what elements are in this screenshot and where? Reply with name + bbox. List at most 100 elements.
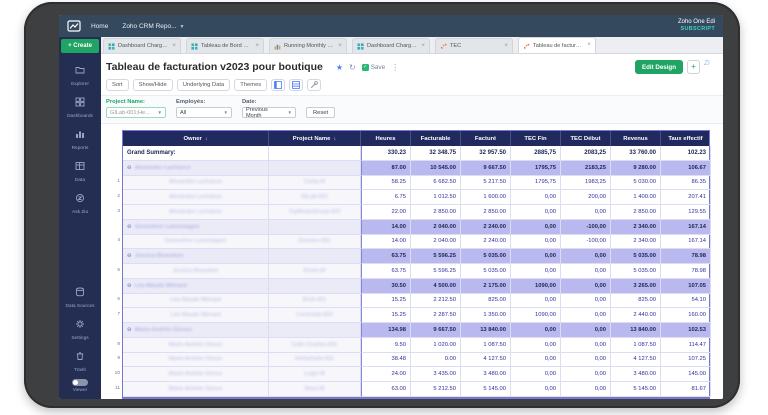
row-number-gutter-cell <box>109 322 122 337</box>
value-cell: 5 035.00 <box>611 264 661 279</box>
column-header-revenus[interactable]: Revenus <box>611 131 661 146</box>
tab-2[interactable]: Tableau de Bord Emp...× <box>186 38 264 53</box>
row-number: 9 <box>117 356 120 362</box>
tab-label: Tableau de Bord Emp... <box>201 43 252 49</box>
collapse-group-icon[interactable]: ⊖ <box>127 224 132 230</box>
project-name-cell <box>269 249 361 264</box>
tab-label: Dashboard Chargé d... <box>118 43 170 49</box>
themes-button[interactable]: Themes <box>234 79 268 91</box>
sidebar-item-trash[interactable]: Trash <box>59 348 101 373</box>
row-number: 4 <box>117 238 120 244</box>
column-header-facturé[interactable]: Facturé <box>461 131 511 146</box>
sidebar-item-label: Ask Zia <box>72 210 88 215</box>
close-icon[interactable]: × <box>255 42 259 50</box>
column-header-taux-effectif[interactable]: Taux effectif <box>661 131 711 146</box>
value-cell: 0,00 <box>511 352 561 368</box>
sidebar-item-data-sources[interactable]: Data Sources <box>59 284 101 309</box>
table-view-button[interactable] <box>289 79 304 91</box>
row-number-gutter: 1 2 3 4 5 6 7 8 9 10 11 <box>109 130 122 399</box>
collapse-group-icon[interactable]: ⊖ <box>127 327 132 333</box>
underlying-data-button[interactable]: Underlying Data <box>176 79 231 91</box>
sidebar-item-data[interactable]: Data <box>59 158 101 183</box>
collapse-group-icon[interactable]: ⊖ <box>127 253 132 259</box>
tools-button[interactable] <box>307 79 322 91</box>
value-cell: 1090,00 <box>511 278 561 294</box>
sidebar-item-reports[interactable]: Reports <box>59 126 101 151</box>
refresh-icon[interactable]: ↻ <box>349 63 356 72</box>
show-hide-button[interactable]: Show/Hide <box>132 79 173 91</box>
create-button[interactable]: + Create <box>61 39 99 53</box>
project-filter-select[interactable]: GILab-001;He... ▼ <box>106 107 166 118</box>
value-cell: 0,00 <box>511 264 561 279</box>
sort-button[interactable]: Sort <box>106 79 129 91</box>
tab-1[interactable]: Dashboard Chargé d... × <box>103 38 181 53</box>
tab-3[interactable]: Running Monthly Eff... × <box>269 38 347 53</box>
toggle-pill-icon[interactable] <box>72 379 88 386</box>
table-row: Jessica Beaudoin Resto-M 63.75 5 596.25 5 03… <box>123 264 711 279</box>
sort-descending-icon[interactable]: ↓ <box>205 136 208 142</box>
workspace-switcher[interactable]: Zoho CRM Repo... ▼ <box>122 23 184 30</box>
value-cell: 1 087.50 <box>461 337 511 353</box>
column-header-owner[interactable]: Owner ↓ <box>123 131 269 146</box>
sidebar-item-explorer[interactable]: Explorer <box>59 62 101 87</box>
more-options-icon[interactable]: ⋮ <box>391 63 399 72</box>
value-cell: 1 350.00 <box>461 308 511 323</box>
column-header-heures[interactable]: Heures <box>361 131 411 146</box>
column-header-project-name[interactable]: Project Name ↓ <box>269 131 361 146</box>
favorite-star-icon[interactable]: ★ <box>336 63 343 72</box>
date-filter-select[interactable]: Previous Month ▼ <box>242 107 296 119</box>
tab-4[interactable]: Dashboard Chargé w...× <box>352 38 430 53</box>
owner-cell: ⊖ Marie-Andrée Giroux <box>123 323 269 338</box>
owner-cell: Geneviève Lamontagne <box>123 234 269 250</box>
owner-name: Léa Maude Ménard <box>170 312 221 319</box>
sidebar-item-settings[interactable]: Settings <box>59 316 101 341</box>
add-button[interactable]: + <box>687 60 700 74</box>
close-icon[interactable]: × <box>338 42 342 50</box>
close-icon[interactable]: × <box>421 42 425 50</box>
reset-filters-button[interactable]: Reset <box>306 107 336 118</box>
close-icon[interactable]: × <box>504 42 508 50</box>
project-filter-label: Project Name: <box>106 99 145 105</box>
value-cell: 1 020.00 <box>411 337 461 353</box>
row-number: 11 <box>115 385 120 391</box>
owner-name: Marie-Andrée Giroux <box>168 356 223 363</box>
tools-icon <box>310 81 319 89</box>
column-header-facturable[interactable]: Facturable <box>411 131 461 146</box>
collapse-group-icon[interactable]: ⊖ <box>127 283 132 289</box>
close-icon[interactable]: × <box>172 42 176 50</box>
viewer-toggle[interactable]: Viewer <box>72 379 88 393</box>
zia-icon[interactable]: Zi <box>704 60 713 74</box>
subscription-link[interactable]: SUBSCRIPT <box>678 26 715 33</box>
nav-home[interactable]: Home <box>91 23 108 30</box>
owner-cell: Marie-Andrée Giroux <box>123 352 269 368</box>
value-cell: 63.00 <box>361 382 411 397</box>
value-cell: 13 840.00 <box>611 323 661 338</box>
group-summary-row: ⊖ Geneviève Lamontagne 14.00 2 040.00 2 240.… <box>123 219 711 235</box>
value-cell: 0,00 <box>511 337 561 353</box>
owner-cell: ⊖ Léa Maude Ménard <box>123 278 269 294</box>
close-icon[interactable]: × <box>587 42 591 49</box>
value-cell: 0,00 <box>561 382 611 397</box>
tab-6[interactable]: Tableau de facturatio... × <box>518 37 596 53</box>
value-cell: 2 040.00 <box>411 219 461 235</box>
edit-design-button[interactable]: Edit Design <box>634 60 683 74</box>
owner-cell: ⊖ Alexandre Lachance <box>123 160 269 176</box>
tab-5[interactable]: TEC × <box>435 38 513 53</box>
value-cell: 5 035.00 <box>461 264 511 279</box>
project-name-cell: Logic-M <box>269 367 361 382</box>
project-name: Mars-M <box>304 385 325 392</box>
value-cell: 9 280.00 <box>611 160 661 176</box>
freeze-columns-button[interactable] <box>271 79 286 91</box>
ask-zia-icon <box>75 190 85 208</box>
column-header-tec-fin[interactable]: TEC Fin <box>511 131 561 146</box>
sidebar-item-dashboards[interactable]: Dashboards <box>59 94 101 119</box>
employee-filter-select[interactable]: All ▼ <box>176 107 232 118</box>
sort-descending-icon[interactable]: ↓ <box>333 136 336 142</box>
row-number: 1 <box>117 179 120 185</box>
collapse-group-icon[interactable]: ⊖ <box>127 165 132 171</box>
save-button[interactable]: ✓ Save <box>361 63 385 71</box>
sidebar-item-ask-zia[interactable]: Ask Zia <box>59 190 101 215</box>
value-cell: 0,00 <box>561 264 611 279</box>
owner-name: Alexandre Lachance <box>134 164 191 171</box>
column-header-tec-début[interactable]: TEC Début <box>561 131 611 146</box>
